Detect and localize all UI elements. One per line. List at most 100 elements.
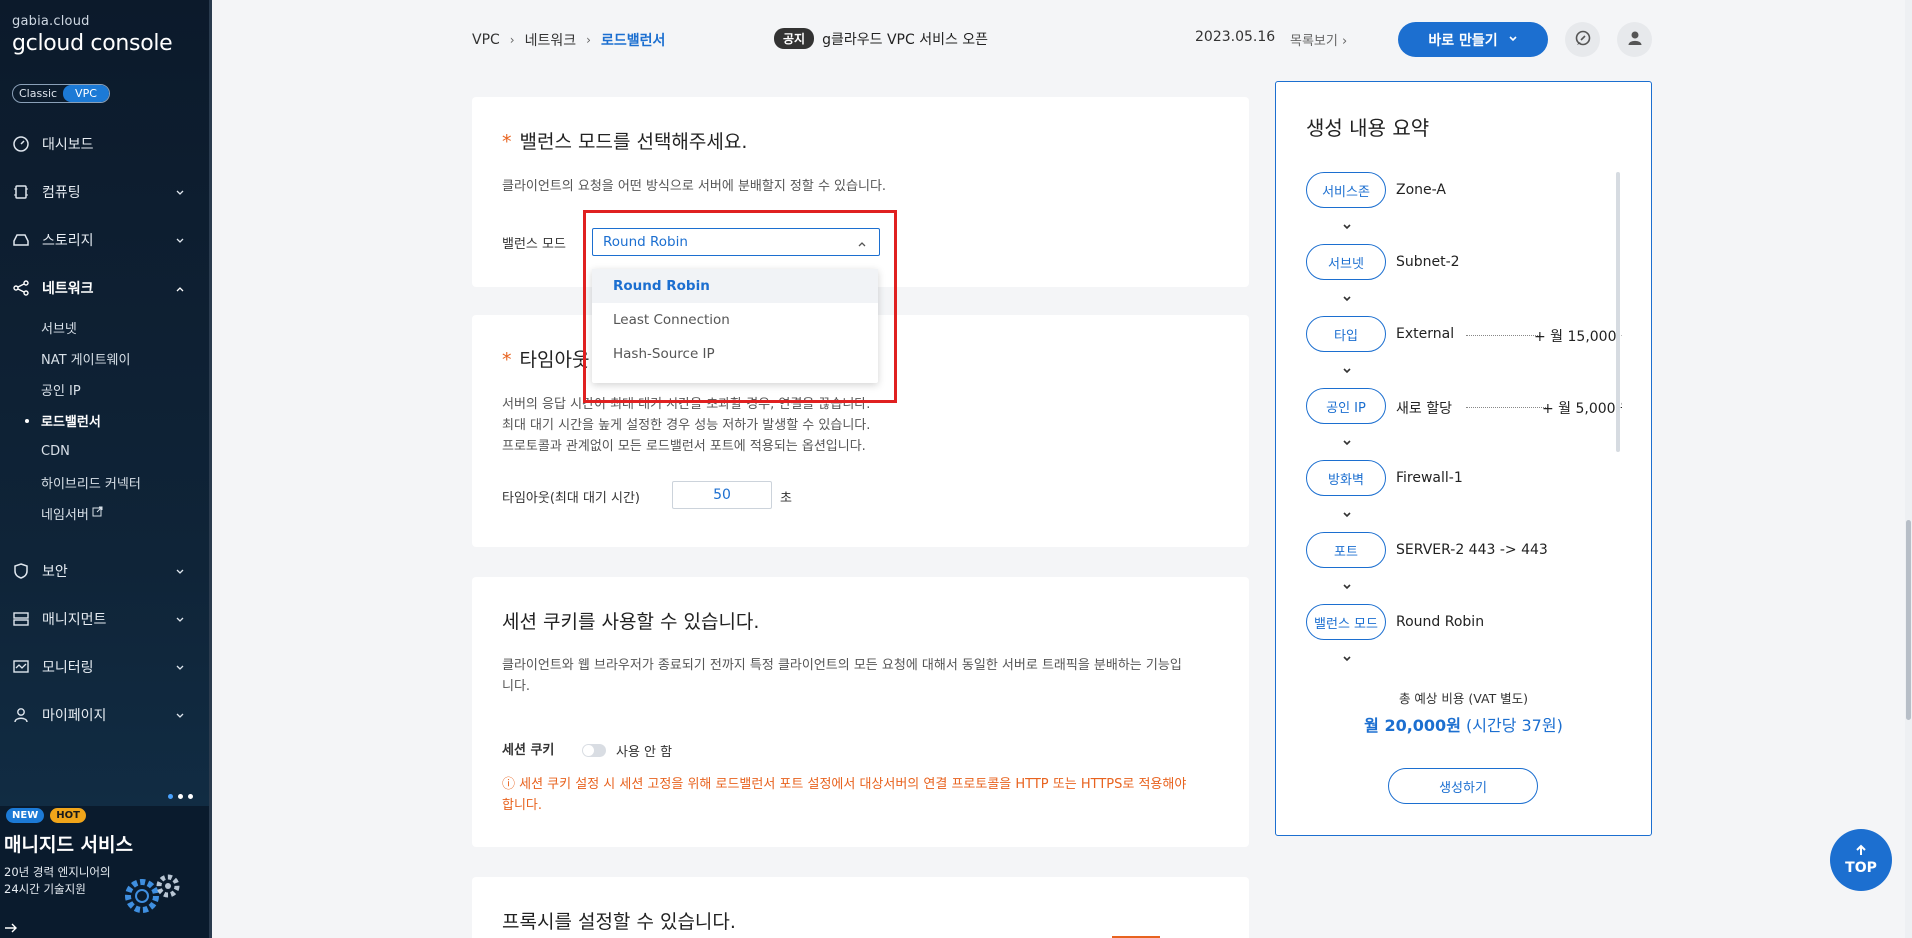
sidebar-subitem-cdn[interactable]: CDN	[41, 436, 209, 467]
chevron-down-icon	[1342, 576, 1352, 595]
scroll-top-button[interactable]: TOP	[1830, 829, 1892, 891]
sidebar-subitem-subnet[interactable]: 서브넷	[41, 312, 209, 343]
arrow-right-icon[interactable]	[4, 922, 18, 938]
pager-dot[interactable]	[188, 794, 193, 799]
storage-icon	[12, 231, 30, 249]
summary-row-firewall: 방화벽 Firewall-1	[1306, 460, 1622, 532]
list-link-label: 목록보기	[1290, 34, 1338, 49]
promo-desc-line2: 24시간 기술지원	[4, 882, 86, 896]
timeout-title: * 타임아웃	[502, 345, 589, 372]
total-cost: 월 20,000원 (시간당 37원)	[1276, 712, 1651, 736]
sidebar-item-mypage[interactable]: 마이페이지	[0, 691, 209, 739]
chip-icon	[12, 183, 30, 201]
promo-pager[interactable]	[168, 794, 193, 799]
sidebar-subitem-nameserver[interactable]: 네임서버	[41, 498, 209, 529]
sidebar-item-label: 대시보드	[42, 137, 94, 153]
sidebar-item-monitoring[interactable]: 모니터링	[0, 643, 209, 691]
promo-desc: 20년 경력 엔지니어의 24시간 기술지원	[4, 864, 111, 898]
sidebar-subitem-nat-gateway[interactable]: NAT 게이트웨이	[41, 343, 209, 374]
notice-text[interactable]: g클라우드 VPC 서비스 오픈	[822, 29, 988, 49]
balance-mode-label: 밸런스 모드	[502, 237, 566, 252]
chevron-down-icon	[175, 661, 185, 677]
proxy-card: 프록시를 설정할 수 있습니다.	[472, 877, 1249, 938]
timeout-input[interactable]: 50	[672, 481, 772, 509]
chat-button[interactable]	[1565, 22, 1600, 57]
session-cookie-title: 세션 쿠키를 사용할 수 있습니다.	[502, 611, 760, 633]
create-button[interactable]: 생성하기	[1388, 768, 1538, 804]
platform-toggle[interactable]: Classic VPC	[12, 84, 110, 103]
pager-dot[interactable]	[168, 794, 173, 799]
option-round-robin[interactable]: Round Robin	[592, 269, 878, 303]
toggle-classic[interactable]: Classic	[13, 85, 63, 102]
summary-row-balance-mode: 밸런스 모드 Round Robin	[1306, 604, 1622, 662]
summary-row-service-zone: 서비스존 Zone-A	[1306, 172, 1622, 244]
quick-create-button[interactable]: 바로 만들기	[1398, 22, 1548, 57]
session-cookie-warning: ⓘ 세션 쿠키 설정 시 세션 고정을 위해 로드밸런서 포트 설정에서 대상서…	[502, 774, 1186, 816]
brand-small: gabia.cloud	[12, 14, 90, 29]
sidebar-item-dashboard[interactable]: 대시보드	[0, 120, 209, 168]
arrow-up-icon	[1854, 844, 1868, 860]
option-hash-source-ip[interactable]: Hash-Source IP	[592, 337, 878, 371]
summary-value: 새로 할당	[1396, 401, 1452, 417]
breadcrumb-vpc[interactable]: VPC	[472, 32, 500, 48]
sidebar-item-computing[interactable]: 컴퓨팅	[0, 168, 209, 216]
scroll-top-label: TOP	[1845, 860, 1877, 876]
list-link[interactable]: 목록보기 ›	[1290, 30, 1347, 49]
summary-key: 밸런스 모드	[1306, 604, 1386, 640]
sidebar-item-label: 모니터링	[42, 660, 94, 676]
summary-leader-dots	[1466, 335, 1540, 336]
notice[interactable]: 공지 g클라우드 VPC 서비스 오픈	[774, 28, 988, 49]
option-least-connection[interactable]: Least Connection	[592, 303, 878, 337]
sidebar-subitem-hybrid-connector[interactable]: 하이브리드 커넥터	[41, 467, 209, 498]
summary-leader-dots	[1466, 407, 1548, 408]
toggle-vpc[interactable]: VPC	[63, 85, 109, 102]
network-submenu: 서브넷 NAT 게이트웨이 공인 IP 로드밸런서 CDN 하이브리드 커넥터 …	[0, 312, 209, 529]
notice-date: 2023.05.16	[1195, 29, 1276, 45]
profile-button[interactable]	[1617, 22, 1652, 57]
total-cost-label: 총 예상 비용 (VAT 별도)	[1398, 691, 1529, 706]
summary-price: + 월 5,000 원	[1542, 401, 1622, 417]
nameserver-label: 네임서버	[41, 508, 89, 523]
sidebar-item-storage[interactable]: 스토리지	[0, 216, 209, 264]
sidebar-item-label: 매니지먼트	[42, 612, 107, 628]
session-cookie-toggle[interactable]	[582, 744, 606, 757]
balance-mode-select[interactable]: Round Robin	[592, 228, 880, 256]
summary-key: 공인 IP	[1306, 388, 1386, 424]
summary-value: Zone-A	[1396, 182, 1446, 198]
sidebar-item-security[interactable]: 보안	[0, 547, 209, 595]
sidebar-scrollbar[interactable]	[209, 0, 212, 938]
summary-scrollbar[interactable]	[1616, 172, 1620, 452]
balance-mode-card: * 밸런스 모드를 선택해주세요. 클라이언트의 요청을 어떤 방식으로 서버에 …	[472, 97, 1249, 287]
chevron-up-icon	[175, 282, 185, 298]
chevron-down-icon	[175, 709, 185, 725]
summary-title: 생성 내용 요약	[1306, 116, 1430, 140]
summary-row-type: 타입 External + 월 15,000 원	[1306, 316, 1622, 388]
chevron-down-icon	[1342, 288, 1352, 307]
promo-desc-line1: 20년 경력 엔지니어의	[4, 865, 111, 879]
sidebar: gabia.cloud gcloud console Classic VPC 대…	[0, 0, 212, 938]
sidebar-subitem-public-ip[interactable]: 공인 IP	[41, 374, 209, 405]
sidebar-subitem-load-balancer[interactable]: 로드밸런서	[25, 405, 209, 436]
chevron-down-icon	[175, 565, 185, 581]
summary-value: External	[1396, 326, 1455, 342]
sidebar-item-management[interactable]: 매니지먼트	[0, 595, 209, 643]
promo-banner[interactable]: NEW HOT 매니지드 서비스 20년 경력 엔지니어의 24시간 기술지원	[0, 806, 209, 938]
breadcrumb-network[interactable]: 네트워크	[525, 30, 577, 50]
session-cookie-toggle-group: 사용 안 함	[582, 741, 672, 760]
quick-create-label: 바로 만들기	[1428, 32, 1498, 49]
pager-dot[interactable]	[178, 794, 183, 799]
balance-mode-value: Round Robin	[603, 234, 688, 250]
brand-logo[interactable]: gabia.cloud gcloud console	[12, 14, 173, 56]
monitor-icon	[12, 658, 30, 676]
scrollbar-thumb[interactable]	[1906, 520, 1911, 720]
required-star: *	[502, 131, 512, 153]
main-scrollbar[interactable]	[1905, 0, 1912, 938]
chevron-right-icon: ›	[1341, 34, 1348, 49]
chevron-right-icon: ›	[586, 33, 591, 47]
management-icon	[12, 610, 30, 628]
chevron-down-icon	[175, 613, 185, 629]
new-badge: NEW	[6, 808, 45, 823]
warning-line1: ⓘ 세션 쿠키 설정 시 세션 고정을 위해 로드밸런서 포트 설정에서 대상서…	[502, 777, 1187, 792]
sidebar-item-network[interactable]: 네트워크	[0, 264, 209, 312]
summary-key: 서브넷	[1306, 244, 1386, 280]
